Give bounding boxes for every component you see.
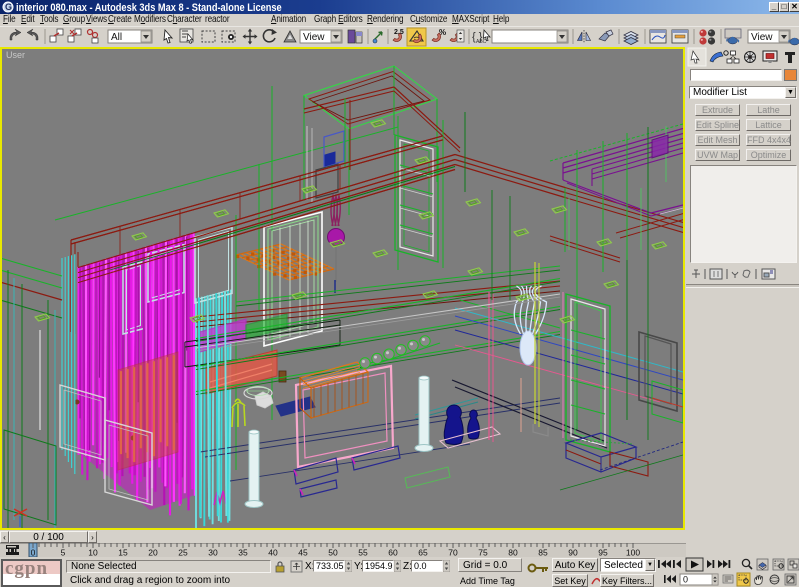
svg-text:90: 90 [568,548,578,558]
svg-text:80: 80 [508,548,518,558]
svg-text:25: 25 [178,548,188,558]
svg-text:0: 0 [683,575,688,585]
svg-text:70: 70 [448,548,458,558]
svg-text:View: View [303,32,325,43]
svg-text:2.5: 2.5 [394,29,404,36]
svg-text:20: 20 [148,548,158,558]
svg-text:5: 5 [61,548,66,558]
svg-text:%: % [439,28,446,37]
svg-text:65: 65 [418,548,428,558]
svg-text:0: 0 [31,548,36,558]
svg-text:35: 35 [238,548,248,558]
svg-text:75: 75 [478,548,488,558]
svg-text:All: All [111,32,122,43]
svg-text:10: 10 [88,548,98,558]
svg-text:G: G [5,2,12,12]
svg-text:60: 60 [388,548,398,558]
svg-text:55: 55 [358,548,368,558]
svg-text:50: 50 [328,548,338,558]
svg-text:View: View [751,32,773,43]
svg-text:100: 100 [626,548,640,558]
svg-text:45: 45 [298,548,308,558]
svg-text:15: 15 [118,548,128,558]
svg-text:85: 85 [538,548,548,558]
svg-text:30: 30 [208,548,218,558]
svg-text:40: 40 [268,548,278,558]
svg-text:ABC: ABC [476,39,487,45]
svg-text:95: 95 [598,548,608,558]
